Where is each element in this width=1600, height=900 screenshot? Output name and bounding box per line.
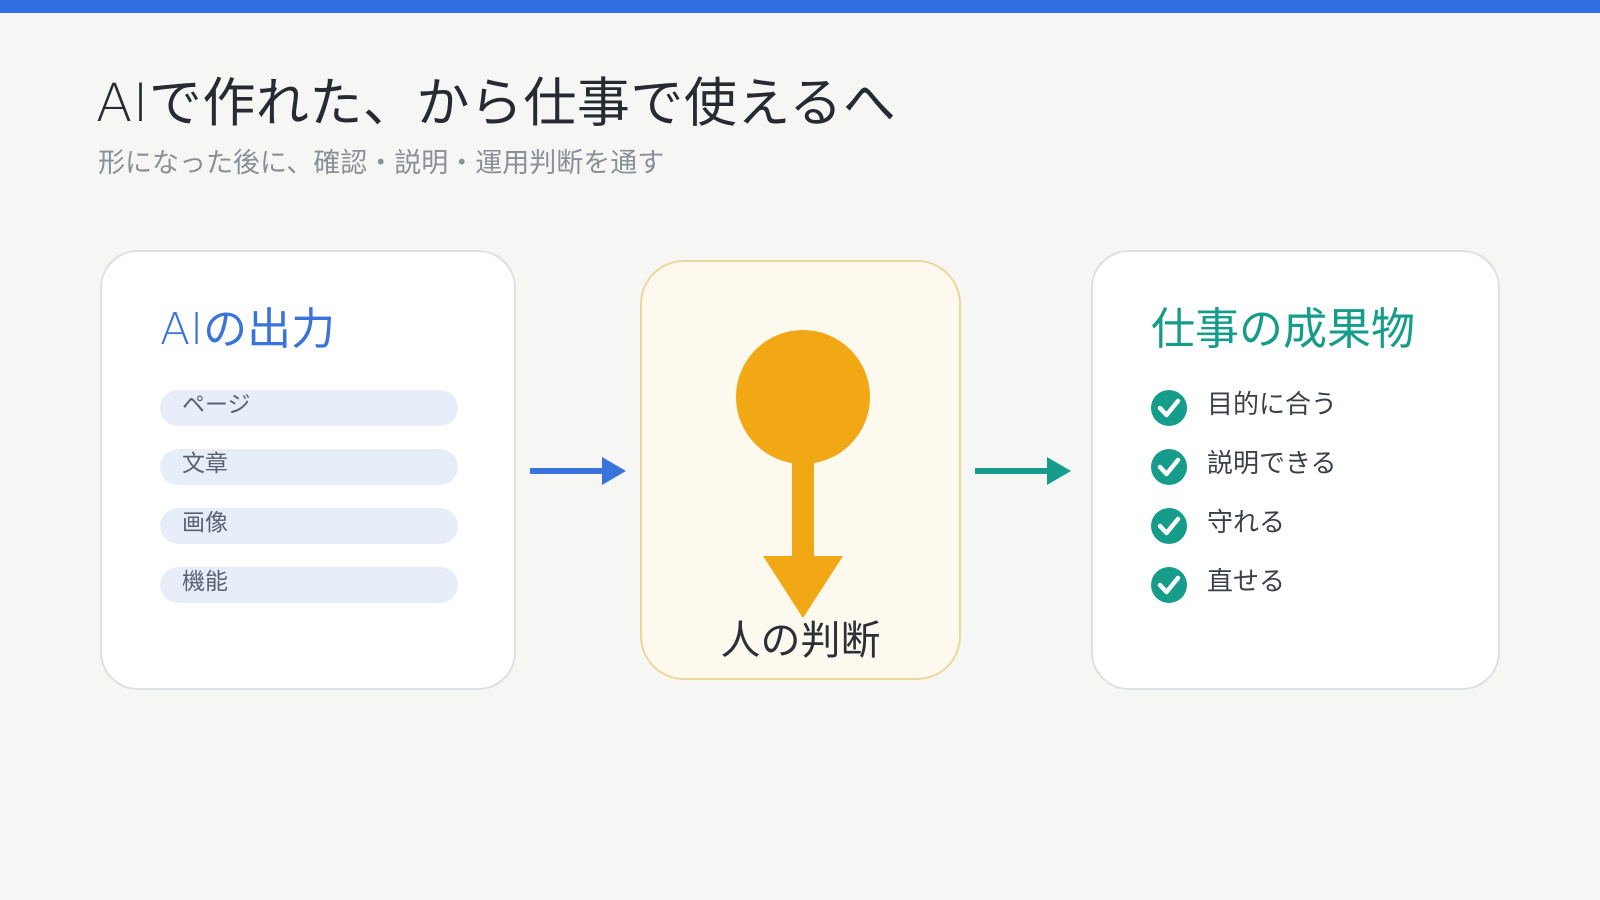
ai-output-item: 画像 — [160, 508, 458, 544]
checklist-item-label: 目的に合う — [1207, 390, 1338, 420]
check-circle-icon — [1151, 390, 1187, 426]
check-circle-icon — [1151, 567, 1187, 603]
ai-output-item: 文章 — [160, 449, 458, 485]
human-judgement-card: 人の判断 — [640, 260, 961, 680]
slide-title: AIで作れた、から仕事で使えるへ — [96, 73, 897, 134]
checklist-item: 直せる — [1151, 567, 1337, 603]
checklist-item: 目的に合う — [1151, 390, 1337, 426]
ai-output-card: AIの出力 ページ 文章 画像 機能 — [100, 250, 516, 690]
slide-subtitle: 形になった後に、確認・説明・運用判断を通す — [98, 148, 665, 179]
ai-output-item: ページ — [160, 390, 458, 426]
checklist-item: 説明できる — [1151, 449, 1337, 485]
top-accent-bar — [0, 0, 1600, 13]
ai-output-list: ページ 文章 画像 機能 — [160, 390, 458, 626]
human-judgement-label: 人の判断 — [720, 618, 881, 664]
arrow-right-icon — [530, 457, 626, 485]
deliverable-card: 仕事の成果物 目的に合う 説明できる 守れる 直せる — [1091, 250, 1500, 690]
check-circle-icon — [1151, 449, 1187, 485]
deliverable-checklist: 目的に合う 説明できる 守れる 直せる — [1151, 390, 1337, 626]
ai-output-item: 機能 — [160, 567, 458, 603]
check-circle-icon — [1151, 508, 1187, 544]
arrow-right-icon — [975, 457, 1071, 485]
person-check-arrow-icon — [736, 330, 870, 618]
checklist-item-label: 守れる — [1207, 508, 1286, 538]
checklist-item: 守れる — [1151, 508, 1337, 544]
ai-output-title: AIの出力 — [160, 304, 336, 355]
deliverable-title: 仕事の成果物 — [1151, 304, 1415, 355]
checklist-item-label: 説明できる — [1207, 449, 1337, 479]
checklist-item-label: 直せる — [1207, 567, 1286, 597]
